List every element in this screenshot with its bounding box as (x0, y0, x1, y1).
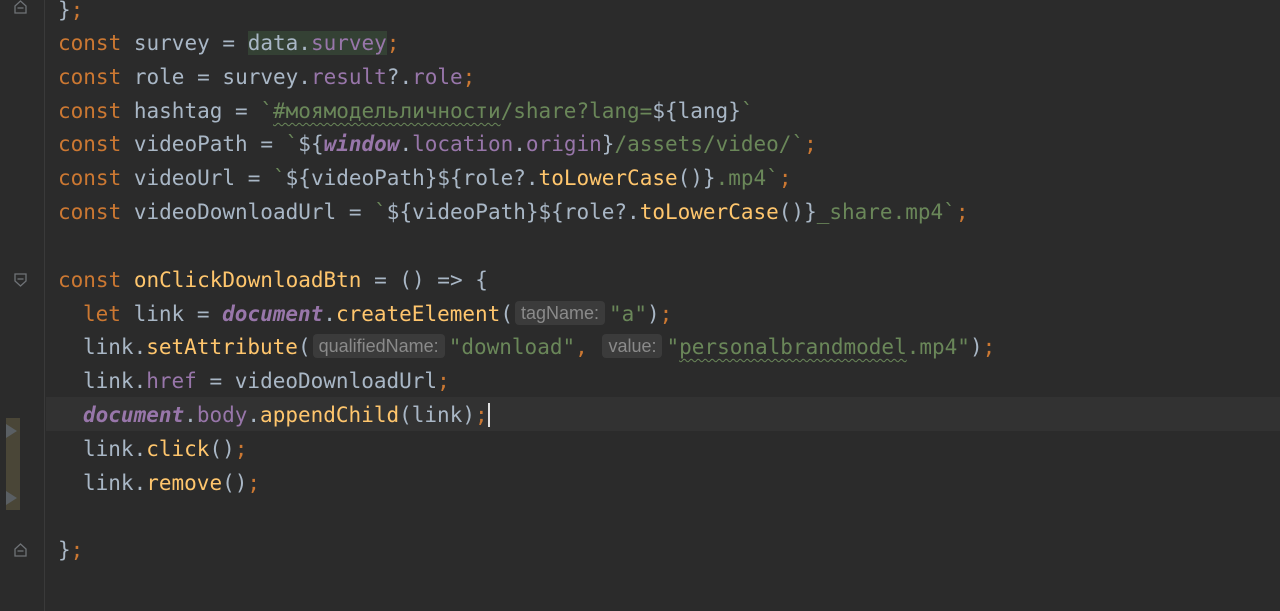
code-line: }; (58, 0, 84, 22)
parameter-hint: value: (602, 334, 663, 358)
code-line: link.remove(); (83, 471, 261, 495)
code-line: const videoUrl = `${videoPath}${role?.to… (58, 166, 792, 190)
code-line-current: document.body.appendChild(link); (83, 403, 490, 427)
code-line: link.click(); (83, 437, 248, 461)
fold-start-icon[interactable] (14, 273, 27, 287)
code-line: link.href = videoDownloadUrl; (83, 369, 450, 393)
code-line: link.setAttribute(qualifiedName: "downloa… (83, 334, 996, 359)
code-line: const onClickDownloadBtn = () => { (58, 268, 488, 292)
parameter-hint: tagName: (514, 301, 606, 325)
code-line: }; (58, 538, 84, 562)
code-line: const videoPath = `${window.location.ori… (58, 132, 817, 156)
code-line: const videoDownloadUrl = `${videoPath}${… (58, 200, 969, 224)
editor-gutter (0, 0, 46, 611)
text-caret (487, 403, 490, 427)
parameter-hint: qualifiedName: (312, 334, 445, 358)
code-line: const role = survey.result?.role; (58, 65, 476, 89)
arrow-right-icon (6, 491, 17, 505)
code-line: let link = document.createElement(tagNam… (83, 301, 673, 326)
arrow-right-icon (6, 424, 17, 438)
fold-end-icon[interactable] (14, 0, 27, 14)
code-line: const survey = data.survey; (58, 31, 400, 55)
fold-end-icon[interactable] (14, 543, 27, 557)
gutter-divider (44, 0, 45, 611)
code-line: const hashtag = `#моямодельличности/shar… (58, 99, 754, 123)
